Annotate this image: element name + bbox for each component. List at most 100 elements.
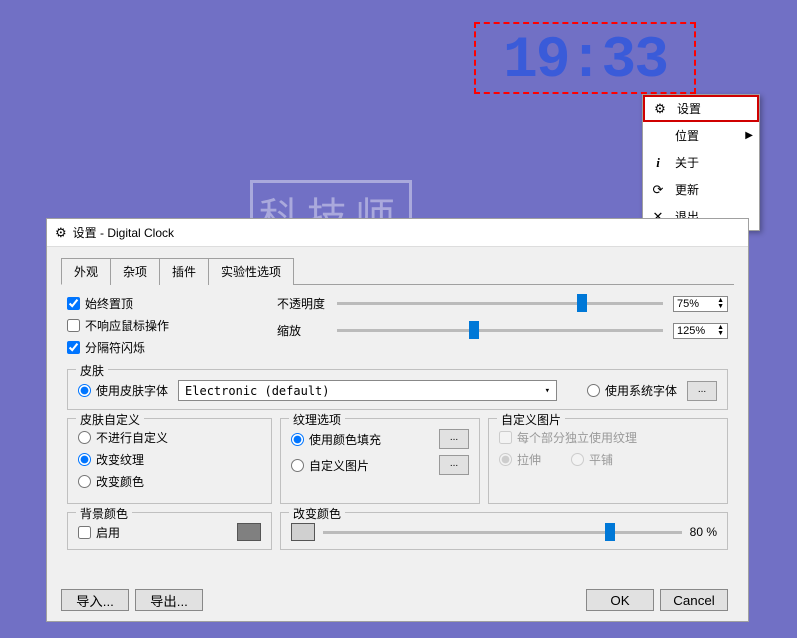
texture-opts-group: 纹理选项 使用颜色填充 ... 自定义图片 ... — [280, 418, 480, 504]
tab-strip: 外观 杂项 插件 实验性选项 — [61, 257, 734, 285]
group-title: 纹理选项 — [289, 411, 345, 428]
checkbox[interactable] — [78, 526, 91, 539]
menu-item-settings[interactable]: ⚙ 设置 — [643, 95, 759, 122]
gear-icon: ⚙ — [651, 100, 669, 118]
menu-label: 位置 — [675, 127, 745, 144]
radio-label: 改变颜色 — [96, 473, 144, 490]
menu-item-position[interactable]: 位置 ▶ — [643, 122, 759, 149]
radio — [571, 453, 584, 466]
skin-font-combo[interactable]: Electronic (default) ▾ — [178, 380, 557, 401]
chevron-down-icon: ▾ — [545, 386, 550, 396]
change-color-value: 80 % — [690, 525, 717, 539]
radio-fill-color[interactable]: 使用颜色填充 — [291, 431, 381, 448]
bg-color-group: 背景颜色 启用 — [67, 512, 272, 550]
menu-item-about[interactable]: i 关于 — [643, 149, 759, 176]
spin-arrows-icon[interactable]: ▲▼ — [717, 298, 724, 310]
menu-label: 关于 — [675, 154, 753, 171]
clock-time: 19:33 — [481, 29, 689, 94]
check-bg-enable[interactable]: 启用 — [78, 524, 120, 541]
skin-group: 皮肤 使用皮肤字体 Electronic (default) ▾ 使用系统字体 … — [67, 369, 728, 410]
clock-widget[interactable]: 19:33 — [474, 22, 696, 94]
slider-thumb[interactable] — [605, 523, 615, 541]
check-label: 启用 — [96, 524, 120, 541]
dialog-title: 设置 - Digital Clock — [73, 224, 174, 241]
radio-label: 使用系统字体 — [605, 382, 677, 399]
bg-color-swatch[interactable] — [237, 523, 261, 541]
context-menu: ⚙ 设置 位置 ▶ i 关于 ⟳ 更新 ✕ 退出 — [642, 94, 760, 231]
custom-img-group: 自定义图片 每个部分独立使用纹理 拉伸 平铺 — [488, 418, 728, 504]
radio-skin-font[interactable]: 使用皮肤字体 — [78, 382, 168, 399]
change-color-group: 改变颜色 80 % — [280, 512, 728, 550]
blank-icon — [649, 127, 667, 145]
radio-label: 使用皮肤字体 — [96, 382, 168, 399]
radio[interactable] — [78, 475, 91, 488]
gear-icon: ⚙ — [55, 225, 67, 241]
radio — [499, 453, 512, 466]
group-title: 自定义图片 — [497, 411, 565, 428]
radio-system-font[interactable]: 使用系统字体 — [587, 382, 677, 399]
zoom-row: 缩放 125% ▲▼ — [277, 322, 728, 339]
fill-color-button[interactable]: ... — [439, 429, 469, 449]
refresh-icon: ⟳ — [649, 181, 667, 199]
spin-value: 125% — [677, 325, 705, 337]
tab-misc[interactable]: 杂项 — [110, 258, 160, 285]
custom-image-button[interactable]: ... — [439, 455, 469, 475]
opacity-slider[interactable] — [337, 302, 663, 305]
tab-experimental[interactable]: 实验性选项 — [208, 258, 294, 285]
slider-thumb[interactable] — [469, 321, 479, 339]
check-separator-flash[interactable]: 分隔符闪烁 — [67, 339, 277, 356]
radio[interactable] — [78, 384, 91, 397]
checkbox[interactable] — [67, 297, 80, 310]
radio[interactable] — [78, 431, 91, 444]
cancel-button[interactable]: Cancel — [660, 589, 728, 611]
titlebar[interactable]: ⚙ 设置 - Digital Clock — [47, 219, 748, 247]
check-per-part: 每个部分独立使用纹理 — [499, 429, 717, 446]
check-ignore-mouse[interactable]: 不响应鼠标操作 — [67, 317, 277, 334]
change-color-swatch[interactable] — [291, 523, 315, 541]
check-label: 始终置顶 — [85, 295, 133, 312]
slider-thumb[interactable] — [577, 294, 587, 312]
group-title: 皮肤 — [76, 362, 108, 379]
tab-plugins[interactable]: 插件 — [159, 258, 209, 285]
radio[interactable] — [587, 384, 600, 397]
check-label: 每个部分独立使用纹理 — [517, 429, 637, 446]
opacity-spin[interactable]: 75% ▲▼ — [673, 296, 728, 312]
spin-arrows-icon[interactable]: ▲▼ — [717, 325, 724, 337]
radio[interactable] — [78, 453, 91, 466]
radio[interactable] — [291, 459, 304, 472]
zoom-slider[interactable] — [337, 329, 663, 332]
import-button[interactable]: 导入... — [61, 589, 129, 611]
menu-item-update[interactable]: ⟳ 更新 — [643, 176, 759, 203]
radio[interactable] — [291, 433, 304, 446]
radio-custom-texture[interactable]: 改变纹理 — [78, 451, 261, 468]
radio-label: 不进行自定义 — [96, 429, 168, 446]
submenu-arrow-icon: ▶ — [745, 130, 753, 141]
checkbox[interactable] — [67, 341, 80, 354]
settings-dialog: ⚙ 设置 - Digital Clock 外观 杂项 插件 实验性选项 始终置顶… — [46, 218, 749, 622]
opacity-label: 不透明度 — [277, 295, 327, 312]
radio-custom-color[interactable]: 改变颜色 — [78, 473, 261, 490]
export-button[interactable]: 导出... — [135, 589, 203, 611]
radio-tile: 平铺 — [571, 451, 613, 468]
group-title: 背景颜色 — [76, 505, 132, 522]
info-icon: i — [649, 154, 667, 172]
radio-label: 平铺 — [589, 451, 613, 468]
tab-appearance[interactable]: 外观 — [61, 258, 111, 285]
font-browse-button[interactable]: ... — [687, 381, 717, 401]
radio-custom-none[interactable]: 不进行自定义 — [78, 429, 261, 446]
menu-label: 设置 — [677, 100, 751, 117]
change-color-slider[interactable] — [323, 531, 682, 534]
zoom-label: 缩放 — [277, 322, 327, 339]
check-always-top[interactable]: 始终置顶 — [67, 295, 277, 312]
radio-label: 自定义图片 — [309, 457, 369, 474]
radio-label: 使用颜色填充 — [309, 431, 381, 448]
ok-button[interactable]: OK — [586, 589, 654, 611]
radio-custom-image[interactable]: 自定义图片 — [291, 457, 369, 474]
menu-label: 更新 — [675, 181, 753, 198]
group-title: 皮肤自定义 — [76, 411, 144, 428]
checkbox[interactable] — [67, 319, 80, 332]
zoom-spin[interactable]: 125% ▲▼ — [673, 323, 728, 339]
opacity-row: 不透明度 75% ▲▼ — [277, 295, 728, 312]
check-label: 不响应鼠标操作 — [85, 317, 169, 334]
spin-value: 75% — [677, 298, 699, 310]
